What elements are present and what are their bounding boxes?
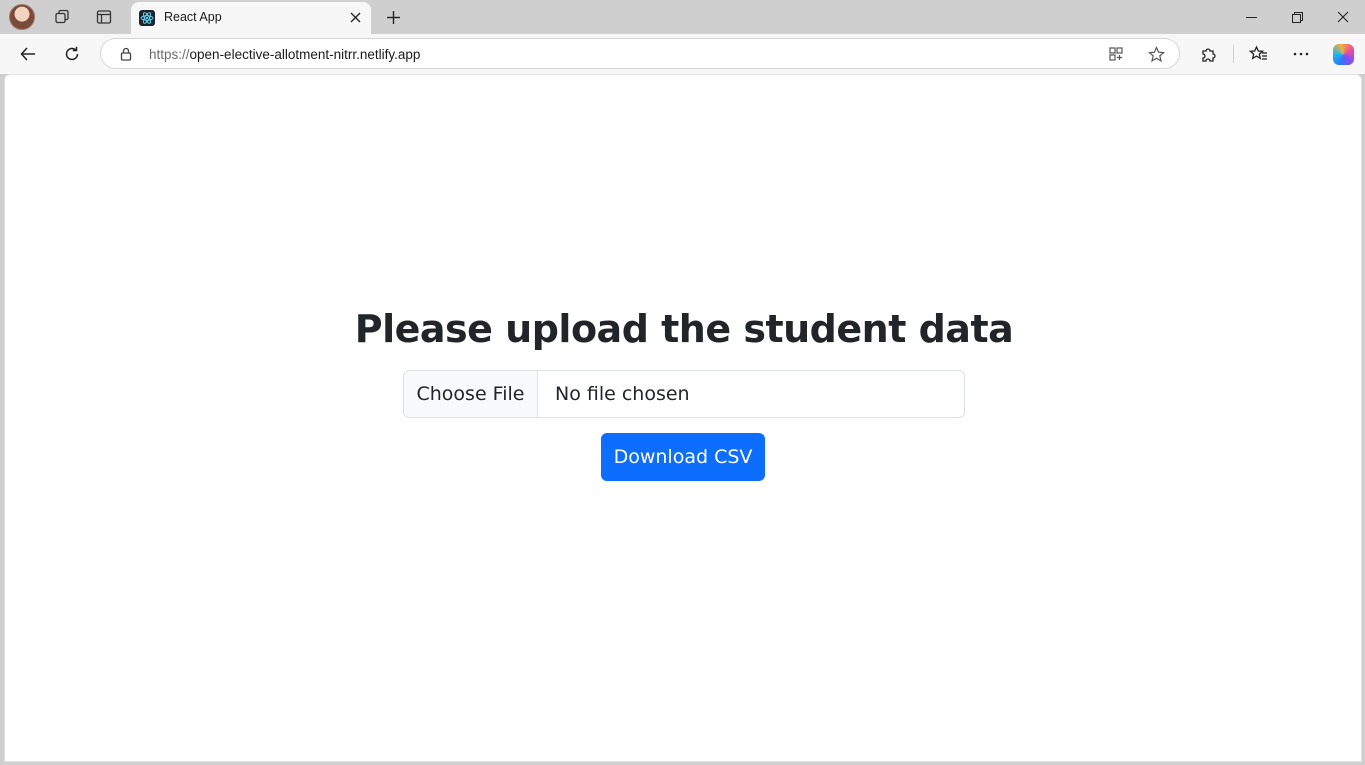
close-tab-icon[interactable] — [347, 9, 363, 25]
react-logo-icon — [139, 10, 155, 26]
app-available-icon[interactable] — [1105, 44, 1127, 64]
workspaces-icon[interactable] — [49, 5, 75, 29]
copilot-icon[interactable] — [1333, 44, 1354, 65]
page-viewport: Please upload the student data Choose Fi… — [4, 74, 1362, 762]
url-protocol: https:// — [149, 47, 190, 62]
tab-react-app[interactable]: React App — [131, 2, 371, 34]
new-tab-button[interactable] — [380, 5, 406, 29]
more-options-icon[interactable] — [1286, 40, 1316, 68]
refresh-icon[interactable] — [57, 40, 87, 68]
back-arrow-icon[interactable] — [13, 40, 43, 68]
profile-avatar[interactable] — [9, 4, 35, 30]
student-data-file-input[interactable]: Choose File No file chosen — [403, 370, 965, 418]
url-text[interactable]: https://open-elective-allotment-nitrr.ne… — [149, 47, 420, 62]
favorites-icon[interactable] — [1243, 40, 1273, 68]
tab-strip: React App — [0, 0, 1365, 34]
site-info-lock-icon[interactable] — [118, 46, 134, 62]
address-bar[interactable]: https://open-elective-allotment-nitrr.ne… — [100, 38, 1180, 69]
restore-window-button[interactable] — [1274, 0, 1320, 34]
browser-toolbar: https://open-elective-allotment-nitrr.ne… — [0, 34, 1365, 74]
download-csv-button[interactable]: Download CSV — [601, 433, 765, 481]
vertical-tabs-icon[interactable] — [91, 5, 117, 29]
minimize-window-button[interactable] — [1228, 0, 1274, 34]
page-heading: Please upload the student data — [354, 307, 1014, 351]
url-host: open-elective-allotment-nitrr.netlify.ap… — [189, 47, 421, 62]
toolbar-divider — [1233, 45, 1234, 63]
tab-title: React App — [164, 10, 222, 24]
extensions-puzzle-icon[interactable] — [1194, 40, 1224, 68]
file-status-text: No file chosen — [555, 383, 690, 405]
favorite-star-icon[interactable] — [1145, 44, 1167, 64]
choose-file-button[interactable]: Choose File — [404, 371, 538, 417]
close-window-button[interactable] — [1320, 0, 1365, 34]
